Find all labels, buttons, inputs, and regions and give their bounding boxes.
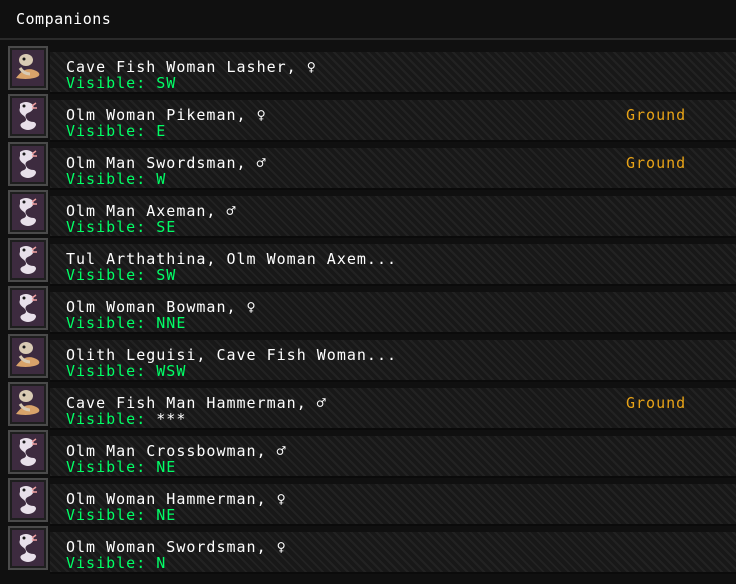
companion-portrait[interactable] (8, 46, 48, 90)
visible-label: Visible: (66, 410, 157, 428)
olm-icon (10, 240, 46, 280)
companion-status: Ground (626, 154, 687, 172)
companion-row[interactable]: Olm Man Swordsman, ♂ Visible: W Ground (6, 140, 736, 190)
companion-portrait[interactable] (8, 94, 48, 138)
visible-label: Visible: (66, 506, 157, 524)
companion-visibility: Visible: SE (66, 218, 176, 236)
companion-visibility: Visible: E (66, 122, 166, 140)
companion-portrait[interactable] (8, 238, 48, 282)
visible-direction: *** (156, 410, 187, 428)
visible-label: Visible: (66, 314, 157, 332)
visible-direction: SW (156, 266, 177, 284)
companion-status: Ground (626, 394, 687, 412)
companion-visibility: Visible: W (66, 170, 166, 188)
cave-fish-icon (10, 336, 46, 376)
visible-label: Visible: (66, 266, 157, 284)
visible-label: Visible: (66, 362, 157, 380)
companion-portrait[interactable] (8, 142, 48, 186)
cave-fish-icon (10, 384, 46, 424)
companion-row[interactable]: Olm Woman Swordsman, ♀ Visible: N (6, 524, 736, 574)
cave-fish-icon (10, 48, 46, 88)
visible-direction: NE (156, 506, 177, 524)
visible-direction: W (156, 170, 167, 188)
visible-label: Visible: (66, 218, 157, 236)
visible-label: Visible: (66, 458, 157, 476)
olm-icon (10, 288, 46, 328)
visible-direction: SE (156, 218, 177, 236)
companions-panel: Companions Cave Fish Woman Lasher, ♀ Visi… (0, 0, 736, 584)
companion-visibility: Visible: NE (66, 458, 176, 476)
companion-portrait[interactable] (8, 286, 48, 330)
olm-icon (10, 96, 46, 136)
companion-visibility: Visible: SW (66, 74, 176, 92)
visible-direction: NNE (156, 314, 187, 332)
companion-portrait[interactable] (8, 334, 48, 378)
visible-direction: NE (156, 458, 177, 476)
visible-direction: N (156, 554, 167, 572)
companion-row[interactable]: Olm Woman Bowman, ♀ Visible: NNE (6, 284, 736, 334)
panel-title: Companions (16, 10, 112, 28)
companion-visibility: Visible: SW (66, 266, 176, 284)
visible-direction: SW (156, 74, 177, 92)
companion-visibility: Visible: NNE (66, 314, 186, 332)
olm-icon (10, 432, 46, 472)
olm-icon (10, 480, 46, 520)
companion-portrait[interactable] (8, 526, 48, 570)
companion-row[interactable]: Cave Fish Woman Lasher, ♀ Visible: SW (6, 44, 736, 94)
companion-row[interactable]: Olm Man Axeman, ♂ Visible: SE (6, 188, 736, 238)
visible-direction: WSW (156, 362, 187, 380)
companion-portrait[interactable] (8, 478, 48, 522)
olm-icon (10, 144, 46, 184)
companion-portrait[interactable] (8, 190, 48, 234)
companion-visibility: Visible: NE (66, 506, 176, 524)
title-divider (0, 38, 736, 40)
companion-visibility: Visible: *** (66, 410, 186, 428)
visible-direction: E (156, 122, 167, 140)
companion-status: Ground (626, 106, 687, 124)
companion-row[interactable]: Olm Woman Hammerman, ♀ Visible: NE (6, 476, 736, 526)
visible-label: Visible: (66, 122, 157, 140)
olm-icon (10, 192, 46, 232)
companion-portrait[interactable] (8, 382, 48, 426)
visible-label: Visible: (66, 170, 157, 188)
companion-row[interactable]: Olm Woman Pikeman, ♀ Visible: E Ground (6, 92, 736, 142)
visible-label: Visible: (66, 74, 157, 92)
olm-icon (10, 528, 46, 568)
companion-row[interactable]: Olm Man Crossbowman, ♂ Visible: NE (6, 428, 736, 478)
companion-visibility: Visible: WSW (66, 362, 186, 380)
companion-portrait[interactable] (8, 430, 48, 474)
companion-list[interactable]: Cave Fish Woman Lasher, ♀ Visible: SW Olm … (6, 44, 736, 574)
companion-visibility: Visible: N (66, 554, 166, 572)
companion-row[interactable]: Olith Leguisi, Cave Fish Woman... Visible… (6, 332, 736, 382)
visible-label: Visible: (66, 554, 157, 572)
companion-row[interactable]: Cave Fish Man Hammerman, ♂ Visible: *** Gr… (6, 380, 736, 430)
companion-row[interactable]: Tul Arthathina, Olm Woman Axem... Visible… (6, 236, 736, 286)
